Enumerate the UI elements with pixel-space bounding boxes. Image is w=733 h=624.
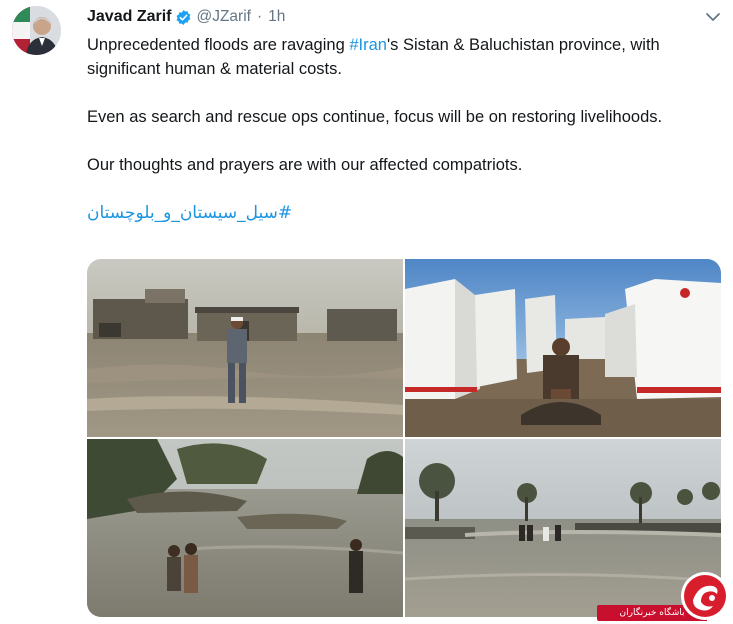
text-segment: Unprecedented floods are ravaging xyxy=(87,36,350,54)
tweet-timestamp[interactable]: 1h xyxy=(268,8,285,26)
tweet-paragraph: Even as search and rescue ops continue, … xyxy=(87,108,663,126)
persian-hashtag-link[interactable]: #سیل_سیستان_و_بلوچستان xyxy=(87,201,292,225)
separator-dot: · xyxy=(256,8,263,25)
photo-1[interactable] xyxy=(87,259,403,437)
avatar[interactable] xyxy=(12,6,61,55)
watermark-logo-icon xyxy=(679,570,731,622)
tweet-text: Unprecedented floods are ravaging #Iran'… xyxy=(87,33,717,225)
tweet: Javad Zarif @JZarif · 1h Unprecedented f… xyxy=(0,0,733,624)
tweet-paragraph: Our thoughts and prayers are with our af… xyxy=(87,156,523,174)
media-grid xyxy=(87,259,721,617)
watermark: باشگاه خبرنگاران xyxy=(597,568,733,624)
chevron-down-icon[interactable] xyxy=(704,8,722,26)
author-name[interactable]: Javad Zarif xyxy=(87,8,171,26)
tweet-header: Javad Zarif @JZarif · 1h xyxy=(87,6,285,28)
photo-3[interactable] xyxy=(87,439,403,617)
verified-badge-icon xyxy=(175,9,192,26)
photo-2[interactable] xyxy=(405,259,721,437)
tweet-paragraph: Unprecedented floods are ravaging #Iran'… xyxy=(87,33,717,81)
author-handle[interactable]: @JZarif xyxy=(196,8,251,26)
hashtag-link[interactable]: #Iran xyxy=(349,36,387,54)
